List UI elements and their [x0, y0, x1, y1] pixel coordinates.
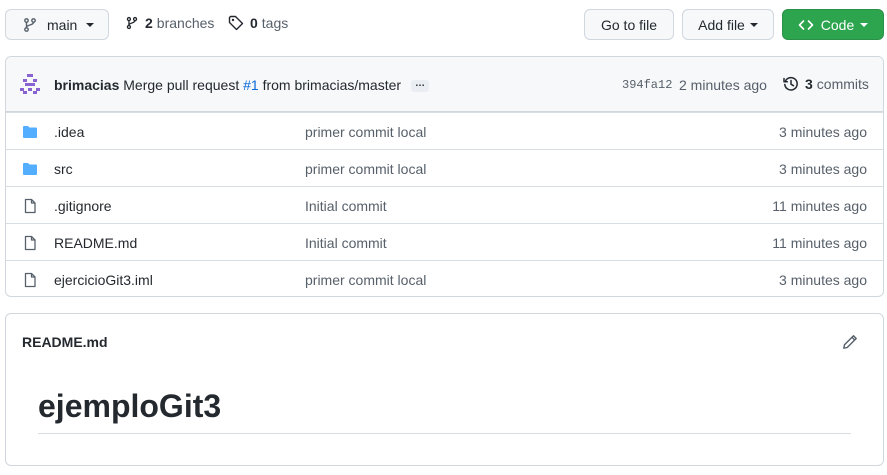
- add-file-button[interactable]: Add file: [682, 9, 774, 40]
- git-branch-icon: [126, 16, 138, 30]
- file-row[interactable]: src primer commit local 3 minutes ago: [6, 149, 883, 186]
- file-name-link[interactable]: .gitignore: [54, 198, 112, 214]
- code-label: Code: [820, 16, 855, 33]
- commit-message: brimacias Merge pull request #1 from bri…: [54, 77, 429, 93]
- code-icon: [798, 19, 814, 30]
- branch-selector-button[interactable]: main: [5, 9, 109, 40]
- commit-time: 2 minutes ago: [679, 77, 767, 93]
- readme-box: README.md ejemploGit3: [5, 313, 884, 466]
- commit-message-prefix[interactable]: Merge pull request: [123, 77, 239, 93]
- chevron-down-icon: [860, 22, 869, 27]
- folder-icon: [23, 126, 37, 138]
- file-row[interactable]: .gitignore Initial commit 11 minutes ago: [6, 186, 883, 223]
- file-age: 11 minutes ago: [772, 235, 867, 251]
- history-icon: [783, 76, 798, 91]
- chevron-down-icon: [749, 22, 758, 27]
- commits-label: commits: [816, 76, 869, 92]
- code-button[interactable]: Code: [782, 9, 884, 40]
- branches-label: branches: [156, 15, 215, 31]
- folder-icon: [23, 163, 37, 175]
- file-age: 3 minutes ago: [779, 272, 867, 288]
- tag-icon: [228, 15, 244, 31]
- add-file-label: Add file: [698, 16, 745, 33]
- tags-link[interactable]: 0 tags: [228, 15, 288, 31]
- file-name-link[interactable]: ejercicioGit3.iml: [54, 272, 153, 288]
- readme-filename: README.md: [22, 334, 108, 350]
- readme-divider: [38, 433, 851, 434]
- file-commit-message-link[interactable]: Initial commit: [305, 198, 387, 214]
- file-age: 3 minutes ago: [779, 124, 867, 140]
- commits-count: 3: [805, 76, 813, 92]
- go-to-file-label: Go to file: [600, 16, 658, 33]
- file-row[interactable]: README.md Initial commit 11 minutes ago: [6, 223, 883, 260]
- branches-link[interactable]: 2 branches: [125, 15, 214, 31]
- file-row[interactable]: ejercicioGit3.iml primer commit local 3 mi…: [6, 260, 883, 296]
- file-commit-message-link[interactable]: primer commit local: [305, 272, 426, 288]
- commit-message-suffix[interactable]: from brimacias/master: [263, 77, 401, 93]
- commits-history-link[interactable]: 3 commits: [783, 76, 869, 92]
- commit-sha[interactable]: 394fa12: [622, 78, 672, 92]
- file-age: 11 minutes ago: [772, 198, 867, 214]
- pull-request-link[interactable]: #1: [243, 77, 259, 93]
- file-icon: [24, 198, 36, 214]
- file-name-link[interactable]: src: [54, 161, 73, 177]
- file-age: 3 minutes ago: [779, 161, 867, 177]
- file-name-link[interactable]: README.md: [54, 235, 137, 251]
- file-commit-message-link[interactable]: Initial commit: [305, 235, 387, 251]
- file-row[interactable]: .idea primer commit local 3 minutes ago: [6, 112, 883, 149]
- git-branch-icon: [24, 17, 36, 32]
- file-icon: [24, 235, 36, 251]
- go-to-file-button[interactable]: Go to file: [584, 9, 674, 40]
- pencil-icon[interactable]: [842, 334, 858, 350]
- tags-label: tags: [261, 15, 289, 31]
- file-commit-message-link[interactable]: primer commit local: [305, 161, 426, 177]
- tags-count: 0: [250, 15, 258, 31]
- avatar[interactable]: [20, 74, 40, 94]
- chevron-down-icon: [86, 22, 95, 27]
- file-list-box: brimacias Merge pull request #1 from bri…: [5, 56, 884, 297]
- file-icon: [24, 272, 36, 288]
- file-commit-message-link[interactable]: primer commit local: [305, 124, 426, 140]
- branches-count: 2: [145, 15, 153, 31]
- commit-author[interactable]: brimacias: [54, 77, 119, 93]
- file-name-link[interactable]: .idea: [54, 124, 84, 140]
- readme-heading: ejemploGit3: [38, 388, 222, 424]
- expand-commit-button[interactable]: …: [410, 79, 429, 93]
- latest-commit-bar: brimacias Merge pull request #1 from bri…: [6, 57, 883, 112]
- branch-label: main: [47, 16, 78, 33]
